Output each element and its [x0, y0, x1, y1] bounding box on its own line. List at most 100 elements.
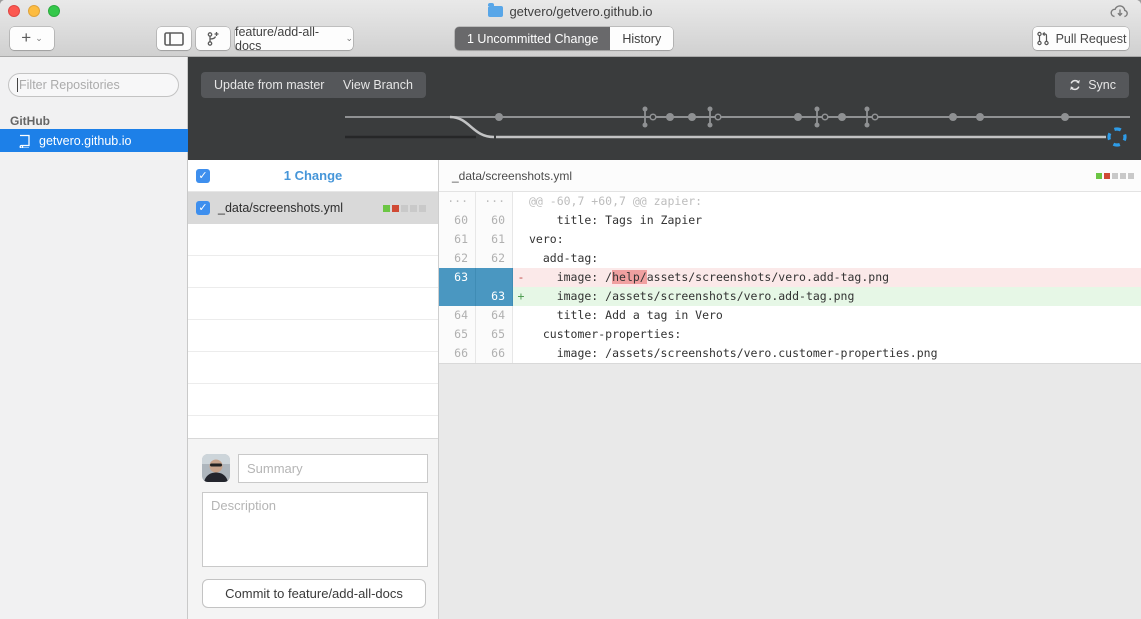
- branch-selector-dropdown[interactable]: feature/add-all-docs ⌄: [235, 27, 353, 50]
- commit-summary-input[interactable]: [238, 454, 428, 483]
- diff-sign: +: [513, 287, 529, 306]
- diff-row[interactable]: 63+ image: /assets/screenshots/vero.add-…: [439, 287, 1141, 306]
- diff-sign: [513, 192, 529, 211]
- new-branch-icon: [205, 31, 221, 47]
- diff-sign: [513, 249, 529, 268]
- old-line-number: [439, 287, 476, 306]
- diff-row[interactable]: 6565 customer-properties:: [439, 325, 1141, 344]
- chevron-down-icon: ⌄: [345, 33, 353, 44]
- new-line-number: 65: [476, 325, 513, 344]
- filter-repositories-input[interactable]: [8, 73, 179, 97]
- panel-toggle-icon: [164, 32, 184, 46]
- diff-file-name: _data/screenshots.yml: [452, 160, 572, 192]
- diff-code: title: Tags in Zapier: [529, 211, 1141, 230]
- view-segmented-control: 1 Uncommitted Change History: [455, 27, 673, 50]
- folder-icon: [488, 6, 503, 17]
- pull-request-label: Pull Request: [1056, 32, 1127, 46]
- diff-sign: -: [513, 268, 529, 287]
- diff-stat-square: [1112, 173, 1118, 179]
- commit-button[interactable]: Commit to feature/add-all-docs: [202, 579, 426, 608]
- app-window: getvero/getvero.github.io + ⌄: [0, 0, 1141, 619]
- commit-dot: [794, 113, 802, 121]
- select-all-checkbox[interactable]: ✓: [196, 169, 210, 183]
- old-line-number: 60: [439, 211, 476, 230]
- diff-row[interactable]: 6666 image: /assets/screenshots/vero.cus…: [439, 344, 1141, 363]
- diff-sign: [513, 230, 529, 249]
- commit-dot: [949, 113, 957, 121]
- diff-code: image: /assets/screenshots/vero.customer…: [529, 344, 1141, 363]
- diff-panel: _data/screenshots.yml ······ @@ -60,7 +60…: [439, 160, 1141, 619]
- new-line-number: 61: [476, 230, 513, 249]
- avatar: [202, 454, 230, 482]
- diff-code: add-tag:: [529, 249, 1141, 268]
- changed-file-name: _data/screenshots.yml: [218, 192, 343, 224]
- tab-uncommitted-changes[interactable]: 1 Uncommitted Change: [455, 27, 610, 50]
- diff-stat-square: [419, 205, 426, 212]
- sidebar-item-repository[interactable]: getvero.github.io: [0, 129, 188, 152]
- diff-stat-square: [383, 205, 390, 212]
- changed-file-row[interactable]: ✓ _data/screenshots.yml: [188, 192, 438, 224]
- sidebar-section-github: GitHub: [10, 114, 50, 128]
- old-line-number: 61: [439, 230, 476, 249]
- diff-stat-square: [401, 205, 408, 212]
- diff-code: vero:: [529, 230, 1141, 249]
- cloud-download-icon[interactable]: [1108, 2, 1132, 26]
- file-checkbox[interactable]: ✓: [196, 201, 210, 215]
- diff-sign: [513, 325, 529, 344]
- word-diff-highlight: help/: [612, 270, 647, 284]
- toggle-sidebar-button[interactable]: [157, 27, 191, 50]
- diff-stat-squares: [1096, 173, 1134, 179]
- sync-button[interactable]: Sync: [1055, 72, 1129, 98]
- diff-code: title: Add a tag in Vero: [529, 306, 1141, 325]
- uncommitted-head-icon: [1109, 129, 1125, 145]
- sync-icon: [1068, 78, 1082, 92]
- empty-file-list-rows: [188, 224, 438, 438]
- diff-stat-square: [410, 205, 417, 212]
- old-line-number: ···: [439, 192, 476, 211]
- view-branch-button[interactable]: View Branch: [330, 72, 426, 98]
- branch-selector-label: feature/add-all-docs: [235, 25, 339, 53]
- diff-row[interactable]: 63 - image: /help/assets/screenshots/vero…: [439, 268, 1141, 287]
- commit-box: Commit to feature/add-all-docs: [188, 438, 438, 619]
- diff-stat-square: [1096, 173, 1102, 179]
- diff-code: image: /help/assets/screenshots/vero.add…: [529, 268, 1141, 287]
- new-line-number: 60: [476, 211, 513, 230]
- new-line-number: 62: [476, 249, 513, 268]
- repo-name: getvero.github.io: [39, 134, 131, 148]
- old-line-number: 63: [439, 268, 476, 287]
- diff-stat-square: [1104, 173, 1110, 179]
- diff-row[interactable]: ······ @@ -60,7 +60,7 @@ zapier:: [439, 192, 1141, 211]
- changes-panel: 1 Change ✓ ✓ _data/screenshots.yml Commi…: [188, 160, 439, 619]
- chevron-down-icon: ⌄: [35, 33, 43, 44]
- old-line-number: 62: [439, 249, 476, 268]
- repositories-sidebar: GitHub getvero.github.io: [0, 57, 188, 619]
- tab-history[interactable]: History: [610, 27, 673, 50]
- diff-row[interactable]: 6262 add-tag:: [439, 249, 1141, 268]
- sync-label: Sync: [1088, 78, 1116, 92]
- diff-code: @@ -60,7 +60,7 @@ zapier:: [529, 192, 1141, 211]
- commit-description-input[interactable]: [202, 492, 428, 567]
- create-branch-button[interactable]: [196, 27, 230, 50]
- repo-book-icon: [18, 134, 31, 148]
- diff-row[interactable]: 6060 title: Tags in Zapier: [439, 211, 1141, 230]
- diff-stat-squares: [383, 205, 426, 212]
- window-chrome: getvero/getvero.github.io + ⌄: [0, 0, 1141, 57]
- new-line-number: [476, 268, 513, 287]
- commit-dot: [976, 113, 984, 121]
- diff-sign: [513, 344, 529, 363]
- pull-request-icon: [1036, 31, 1050, 46]
- changes-header: 1 Change ✓: [188, 160, 438, 192]
- commit-dot: [1061, 113, 1069, 121]
- plus-icon: +: [21, 28, 31, 48]
- new-line-number: 66: [476, 344, 513, 363]
- diff-file-header: _data/screenshots.yml: [439, 160, 1141, 192]
- new-line-number: ···: [476, 192, 513, 211]
- diff-row[interactable]: 6161 vero:: [439, 230, 1141, 249]
- diff-code: image: /assets/screenshots/vero.add-tag.…: [529, 287, 1141, 306]
- update-from-master-button[interactable]: Update from master: [201, 72, 337, 98]
- commit-dot: [838, 113, 846, 121]
- branch-header: Update from master View Branch Sync mast…: [188, 57, 1141, 160]
- diff-row[interactable]: 6464 title: Add a tag in Vero: [439, 306, 1141, 325]
- add-repository-button[interactable]: + ⌄: [10, 27, 54, 50]
- pull-request-button[interactable]: Pull Request: [1033, 27, 1129, 50]
